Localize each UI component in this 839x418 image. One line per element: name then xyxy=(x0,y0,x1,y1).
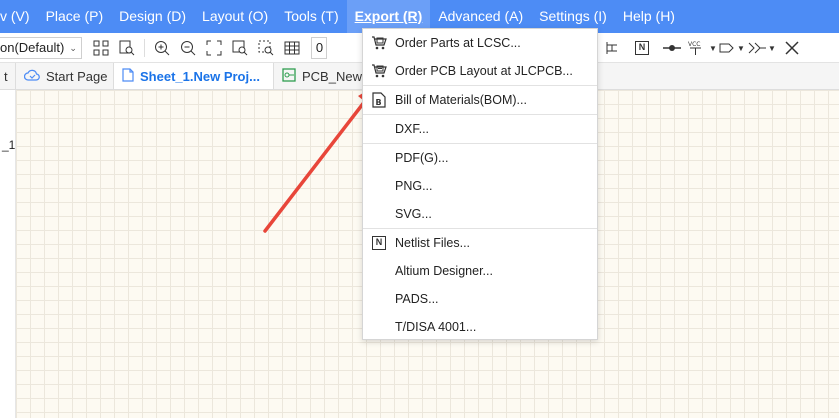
menu-item-label: PNG... xyxy=(395,179,433,193)
menu-item-label: T/DISA 4001... xyxy=(395,320,477,334)
menu-item-svg[interactable]: SVG... xyxy=(363,200,597,228)
cart-icon xyxy=(363,35,395,51)
menu-item-order-parts-lcsc[interactable]: Order Parts at LCSC... xyxy=(363,29,597,57)
menu-item-label: Bill of Materials(BOM)... xyxy=(395,93,527,107)
annotation-arrow-shaft xyxy=(263,90,374,233)
menu-item-label: Order PCB Layout at JLCPCB... xyxy=(395,64,573,78)
svg-text:B: B xyxy=(376,98,382,107)
menu-item-label: Altium Designer... xyxy=(395,264,493,278)
netlist-icon: N xyxy=(363,236,395,250)
menu-item-dxf[interactable]: DXF... xyxy=(363,115,597,143)
menu-item-label: DXF... xyxy=(395,122,430,136)
menu-item-label: SVG... xyxy=(395,207,432,221)
pcb-cart-icon xyxy=(363,63,395,79)
bom-icon: B xyxy=(363,92,395,108)
menu-item-pdf[interactable]: PDF(G)... xyxy=(363,144,597,172)
menu-item-label: Order Parts at LCSC... xyxy=(395,36,521,50)
menu-item-tdisa[interactable]: T/DISA 4001... xyxy=(363,313,597,341)
menu-item-netlist[interactable]: N Netlist Files... xyxy=(363,229,597,257)
menu-item-bom[interactable]: B Bill of Materials(BOM)... xyxy=(363,86,597,114)
export-menu-dropdown: Order Parts at LCSC... Order PCB Layout … xyxy=(362,28,598,340)
menu-item-png[interactable]: PNG... xyxy=(363,172,597,200)
menu-item-order-pcb-jlcpcb[interactable]: Order PCB Layout at JLCPCB... xyxy=(363,57,597,85)
menu-item-pads[interactable]: PADS... xyxy=(363,285,597,313)
menu-item-label: PADS... xyxy=(395,292,439,306)
menu-item-altium[interactable]: Altium Designer... xyxy=(363,257,597,285)
menu-item-label: PDF(G)... xyxy=(395,151,449,165)
menu-item-label: Netlist Files... xyxy=(395,236,471,250)
